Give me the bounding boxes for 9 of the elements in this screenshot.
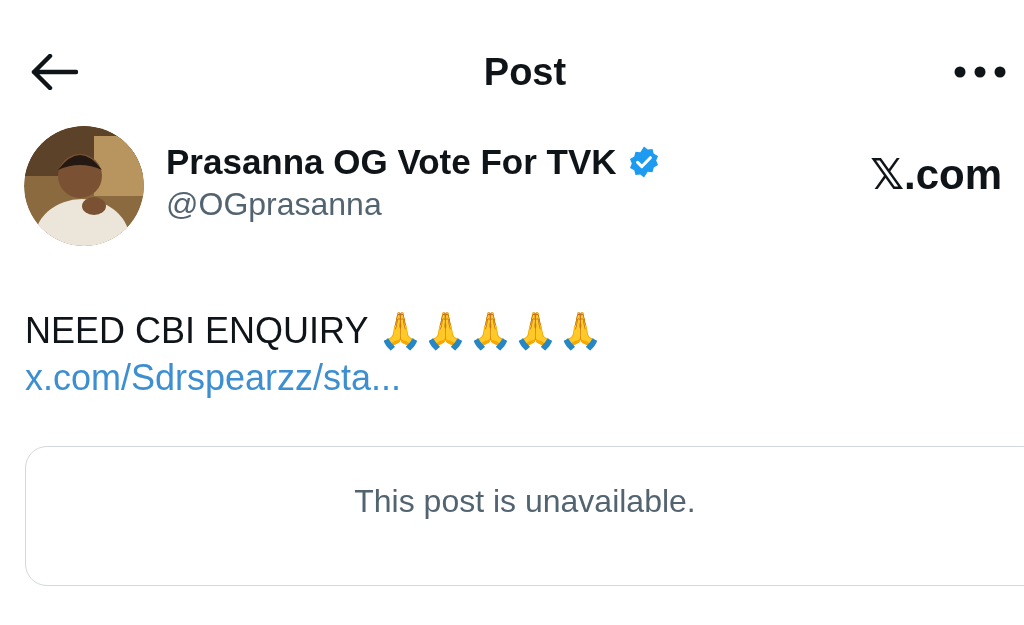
unavailable-message: This post is unavailable.	[354, 482, 696, 520]
post-text: NEED CBI ENQUIRY 🙏🙏🙏🙏🙏 x.com/Sdrspearzz/sta...	[25, 309, 604, 400]
more-icon[interactable]	[954, 66, 1006, 78]
source-label: 𝕏.com	[870, 150, 1002, 199]
page-title: Post	[483, 50, 567, 94]
author-name[interactable]: Prasanna OG Vote For TVK	[166, 142, 617, 182]
post-link[interactable]: x.com/Sdrspearzz/sta...	[25, 356, 402, 398]
author-handle[interactable]: @OGprasanna	[166, 186, 871, 223]
back-arrow-icon[interactable]	[30, 54, 78, 90]
